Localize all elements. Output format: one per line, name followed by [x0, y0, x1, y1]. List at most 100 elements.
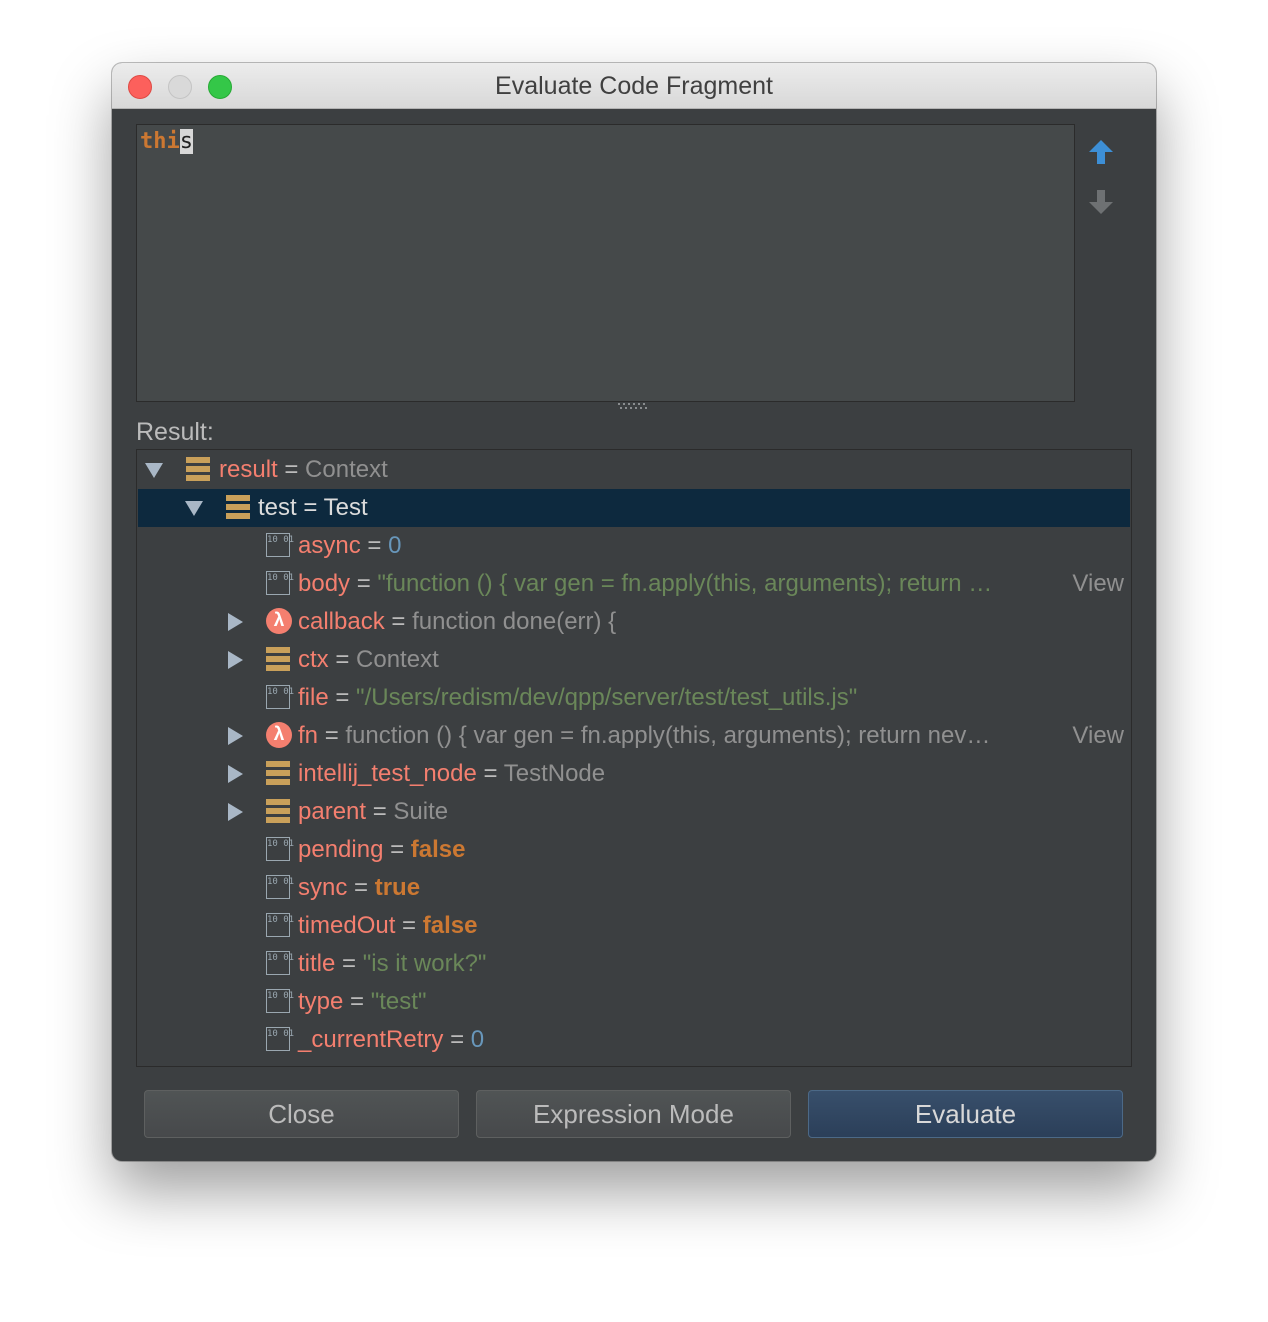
equals: = [350, 988, 365, 1015]
tree-row-content: fn = function () { var gen = fn.apply(th… [298, 717, 990, 755]
var-value: "test" [370, 988, 427, 1015]
tree-row-title[interactable]: 10 01 title = "is it work?" [138, 945, 1130, 983]
tree-row-fn[interactable]: λ fn = function () { var gen = fn.apply(t… [138, 717, 1130, 755]
result-tree[interactable]: result = Context test = Test 10 01 async … [136, 449, 1132, 1067]
tree-row-content: pending = false [298, 831, 465, 869]
tree-row-content: body = "function () { var gen = fn.apply… [298, 565, 992, 603]
tree-row--currentretry[interactable]: 10 01 _currentRetry = 0 [138, 1021, 1130, 1059]
expand-icon[interactable] [228, 613, 243, 631]
var-name: result [219, 456, 278, 483]
arrow-up-icon[interactable] [1088, 138, 1114, 166]
var-name: type [298, 988, 344, 1015]
tree-row-test[interactable]: test = Test [138, 489, 1130, 527]
equals: = [335, 646, 350, 673]
code-editor[interactable]: this [136, 124, 1075, 402]
tree-row-intellij-test-node[interactable]: intellij_test_node = TestNode [138, 755, 1130, 793]
evaluate-dialog: Evaluate Code Fragment this Result: resu… [112, 63, 1156, 1161]
tree-row-content: parent = Suite [298, 793, 448, 831]
title-bar: Evaluate Code Fragment [112, 63, 1156, 109]
primitive-icon: 10 01 [266, 951, 294, 975]
expand-icon[interactable] [228, 651, 243, 669]
tree-row-content: _currentRetry = 0 [298, 1021, 484, 1059]
object-icon [186, 457, 210, 481]
expression-mode-button[interactable]: Expression Mode [476, 1090, 791, 1138]
tree-row-type[interactable]: 10 01 type = "test" [138, 983, 1130, 1021]
view-link[interactable]: View [1068, 565, 1124, 603]
tree-row-content: file = "/Users/redism/dev/qpp/server/tes… [298, 679, 857, 717]
object-icon [226, 495, 250, 519]
primitive-icon: 10 01 [266, 875, 294, 899]
tree-row-content: async = 0 [298, 527, 401, 565]
tree-row-content: intellij_test_node = TestNode [298, 755, 605, 793]
arrow-down-icon[interactable] [1088, 188, 1114, 216]
resize-grip[interactable] [616, 402, 650, 410]
tree-row-async[interactable]: 10 01 async = 0 [138, 527, 1130, 565]
var-value: Suite [393, 798, 449, 825]
var-name: async [298, 532, 361, 559]
equals: = [372, 798, 387, 825]
lambda-icon: λ [266, 608, 292, 634]
primitive-icon: 10 01 [266, 913, 294, 937]
tree-row-result[interactable]: result = Context [138, 451, 1130, 489]
var-name: parent [298, 798, 367, 825]
equals: = [342, 950, 357, 977]
expand-icon[interactable] [228, 727, 243, 745]
tree-row-content: title = "is it work?" [298, 945, 486, 983]
code-text[interactable]: this [140, 128, 193, 156]
var-value: false [410, 836, 466, 863]
expand-icon[interactable] [228, 765, 243, 783]
code-text-before: thi [140, 129, 180, 154]
var-value: "/Users/redism/dev/qpp/server/test/test_… [356, 684, 858, 711]
var-value: false [422, 912, 478, 939]
tree-row-file[interactable]: 10 01 file = "/Users/redism/dev/qpp/serve… [138, 679, 1130, 717]
result-label: Result: [136, 418, 214, 446]
close-button[interactable]: Close [144, 1090, 459, 1138]
tree-row-pending[interactable]: 10 01 pending = false [138, 831, 1130, 869]
var-value: true [374, 874, 421, 901]
equals: = [324, 722, 339, 749]
tree-row-body[interactable]: 10 01 body = "function () { var gen = fn.… [138, 565, 1130, 603]
equals: = [390, 836, 405, 863]
equals: = [335, 684, 350, 711]
equals: = [356, 570, 371, 597]
var-value: "function () { var gen = fn.apply(this, … [377, 570, 993, 597]
var-value: function () { var gen = fn.apply(this, a… [345, 722, 991, 749]
tree-row-parent[interactable]: parent = Suite [138, 793, 1130, 831]
tree-row-content: callback = function done(err) { [298, 603, 616, 641]
tree-row-ctx[interactable]: ctx = Context [138, 641, 1130, 679]
tree-row-timedout[interactable]: 10 01 timedOut = false [138, 907, 1130, 945]
object-icon [266, 799, 290, 823]
tree-row-sync[interactable]: 10 01 sync = true [138, 869, 1130, 907]
equals: = [391, 608, 406, 635]
equals: = [483, 760, 498, 787]
var-name: callback [298, 608, 385, 635]
primitive-icon: 10 01 [266, 1027, 294, 1051]
var-name: intellij_test_node [298, 760, 477, 787]
window-title: Evaluate Code Fragment [495, 72, 773, 100]
var-value: Context [356, 646, 439, 673]
evaluate-button[interactable]: Evaluate [808, 1090, 1123, 1138]
tree-row-content: sync = true [298, 869, 420, 907]
tree-row-result-content: result = Context [219, 451, 388, 489]
collapse-icon[interactable] [185, 501, 203, 516]
expand-icon[interactable] [228, 803, 243, 821]
collapse-icon[interactable] [145, 463, 163, 478]
var-name: body [298, 570, 351, 597]
tree-row-content: ctx = Context [298, 641, 439, 679]
tree-row-callback[interactable]: λ callback = function done(err) { [138, 603, 1130, 641]
var-name: fn [298, 722, 319, 749]
var-name: test [258, 494, 297, 521]
primitive-icon: 10 01 [266, 989, 294, 1013]
var-value: TestNode [503, 760, 606, 787]
var-name: sync [298, 874, 348, 901]
tree-row-content: timedOut = false [298, 907, 477, 945]
var-value: 0 [470, 1026, 485, 1053]
view-link[interactable]: View [1068, 717, 1124, 755]
tree-row-test-content: test = Test [258, 489, 368, 527]
var-name: pending [298, 836, 384, 863]
var-name: timedOut [298, 912, 396, 939]
object-icon [266, 761, 290, 785]
primitive-icon: 10 01 [266, 837, 294, 861]
equals: = [402, 912, 417, 939]
primitive-icon: 10 01 [266, 533, 294, 557]
